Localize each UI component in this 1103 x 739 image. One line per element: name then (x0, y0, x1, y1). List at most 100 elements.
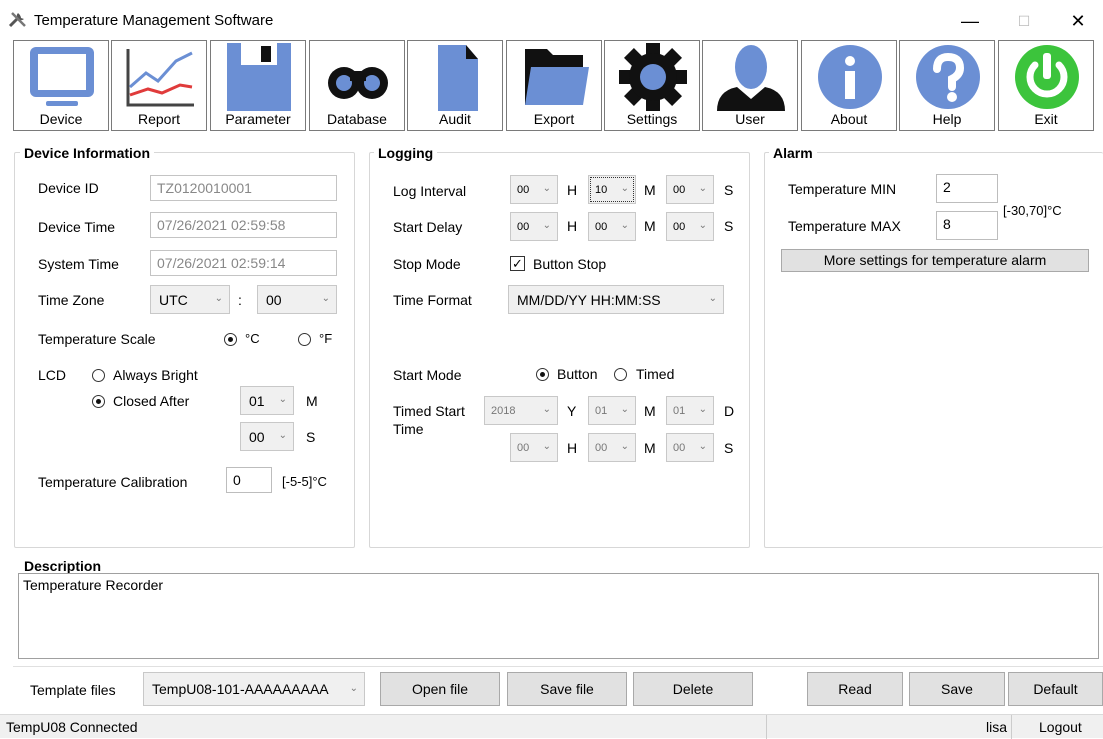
chevron-down-icon: ⌄ (620, 441, 629, 452)
system-time-field[interactable]: 07/26/2021 02:59:14 (150, 250, 337, 276)
toolbar-settings-button[interactable]: Settings (604, 40, 700, 131)
toolbar-about-button[interactable]: About (801, 40, 897, 131)
window-title: Temperature Management Software (34, 12, 274, 29)
lcd-always-bright-radio[interactable] (92, 369, 105, 382)
floppy-disk-icon (227, 43, 291, 111)
seconds-unit: S (724, 440, 734, 456)
temperature-max-input[interactable]: 8 (936, 211, 998, 240)
chevron-down-icon: ⌄ (620, 183, 629, 194)
line-chart-icon (126, 49, 194, 107)
default-button[interactable]: Default (1008, 672, 1103, 706)
start-mode-timed-label: Timed (636, 366, 675, 382)
log-interval-seconds-select[interactable]: 00 ⌄ (666, 175, 714, 204)
toolbar-help-button[interactable]: Help (899, 40, 995, 131)
binoculars-icon (328, 67, 388, 99)
toolbar-label: Database (327, 111, 387, 127)
timed-start-hour-select[interactable]: 00 ⌄ (510, 433, 558, 462)
timed-start-second-select[interactable]: 00 ⌄ (666, 433, 714, 462)
device-id-field[interactable]: TZ0120010001 (150, 175, 337, 201)
button-stop-checkbox[interactable]: ✓ (510, 256, 525, 271)
time-format-value: MM/DD/YY HH:MM:SS (517, 292, 661, 308)
logout-link[interactable]: Logout (1039, 719, 1082, 735)
time-format-label: Time Format (393, 292, 472, 308)
time-zone-value: UTC (159, 292, 188, 308)
chevron-down-icon: ⌄ (542, 183, 551, 194)
device-time-field[interactable]: 07/26/2021 02:59:58 (150, 212, 337, 238)
open-file-button[interactable]: Open file (380, 672, 500, 706)
scale-celsius-radio[interactable] (224, 333, 237, 346)
toolbar-label: Exit (1034, 111, 1058, 127)
chevron-down-icon: ⌄ (542, 404, 551, 415)
minutes-unit: M (644, 182, 656, 198)
device-id-label: Device ID (38, 180, 99, 196)
tools-icon (8, 12, 26, 28)
maximize-button[interactable]: ☐ (1004, 6, 1044, 36)
chevron-down-icon: ⌄ (620, 404, 629, 415)
toolbar-audit-button[interactable]: Audit (407, 40, 503, 131)
toolbar-user-button[interactable]: User (702, 40, 798, 131)
log-interval-minutes-value: 10 (595, 184, 608, 196)
chevron-down-icon: ⌄ (620, 220, 629, 231)
chevron-down-icon: ⌄ (214, 293, 223, 304)
toolbar-export-button[interactable]: Export (506, 40, 602, 131)
scale-fahrenheit-label: °F (319, 331, 333, 346)
toolbar-device-button[interactable]: Device (13, 40, 109, 131)
stop-mode-label: Stop Mode (393, 256, 461, 272)
info-icon (818, 45, 882, 109)
save-button[interactable]: Save (909, 672, 1005, 706)
toolbar-label: About (830, 111, 868, 127)
toolbar-report-button[interactable]: Report (111, 40, 207, 131)
timed-start-day-select[interactable]: 01 ⌄ (666, 396, 714, 425)
chevron-down-icon: ⌄ (698, 404, 707, 415)
start-delay-minutes-select[interactable]: 00 ⌄ (588, 212, 636, 241)
start-delay-hours-select[interactable]: 00 ⌄ (510, 212, 558, 241)
day-unit: D (724, 403, 735, 419)
temperature-min-input[interactable]: 2 (936, 174, 998, 203)
timed-start-minute-select[interactable]: 00 ⌄ (588, 433, 636, 462)
more-alarm-settings-button[interactable]: More settings for temperature alarm (781, 249, 1089, 272)
toolbar-parameter-button[interactable]: Parameter (210, 40, 306, 131)
toolbar-exit-button[interactable]: Exit (998, 40, 1094, 131)
start-mode-button-radio[interactable] (536, 368, 549, 381)
start-mode-label: Start Mode (393, 367, 462, 383)
power-icon (1015, 45, 1079, 109)
divider (13, 666, 1103, 667)
time-zone-offset-value: 00 (266, 292, 282, 308)
timed-start-label: Timed Start (393, 403, 465, 419)
lcd-minutes-select[interactable]: 01 ⌄ (240, 386, 294, 415)
chevron-down-icon: ⌄ (542, 220, 551, 231)
start-mode-timed-radio[interactable] (614, 368, 627, 381)
description-title: Description (20, 558, 106, 574)
time-zone-select[interactable]: UTC ⌄ (150, 285, 230, 314)
template-files-select[interactable]: TempU08-101-AAAAAAAAA ⌄ (143, 672, 365, 706)
start-delay-seconds-select[interactable]: 00 ⌄ (666, 212, 714, 241)
scale-celsius-label: °C (245, 331, 260, 346)
temperature-calibration-input[interactable]: 0 (226, 467, 272, 493)
minutes-unit: M (644, 218, 656, 234)
timed-start-second-value: 00 (673, 442, 686, 454)
delete-button[interactable]: Delete (633, 672, 753, 706)
time-format-select[interactable]: MM/DD/YY HH:MM:SS ⌄ (508, 285, 724, 314)
lcd-seconds-select[interactable]: 00 ⌄ (240, 422, 294, 451)
monitor-icon (30, 47, 94, 106)
lcd-closed-after-radio[interactable] (92, 395, 105, 408)
scale-fahrenheit-radio[interactable] (298, 333, 311, 346)
log-interval-hours-select[interactable]: 00 ⌄ (510, 175, 558, 204)
timed-start-year-select[interactable]: 2018 ⌄ (484, 396, 558, 425)
save-file-button[interactable]: Save file (507, 672, 627, 706)
timed-start-hour-value: 00 (517, 442, 530, 454)
log-interval-seconds-value: 00 (673, 184, 686, 196)
description-textarea[interactable]: Temperature Recorder (18, 573, 1099, 659)
close-button[interactable]: ✕ (1058, 6, 1098, 36)
timed-start-month-select[interactable]: 01 ⌄ (588, 396, 636, 425)
toolbar-label: Audit (439, 111, 471, 127)
toolbar-database-button[interactable]: Database (309, 40, 405, 131)
chevron-down-icon: ⌄ (349, 683, 358, 694)
chevron-down-icon: ⌄ (542, 441, 551, 452)
lcd-minutes-unit: M (306, 393, 318, 409)
temperature-range: [-30,70]°C (1003, 203, 1062, 218)
minimize-button[interactable]: — (950, 6, 990, 36)
read-button[interactable]: Read (807, 672, 903, 706)
log-interval-minutes-select[interactable]: 10 ⌄ (588, 175, 636, 204)
time-zone-offset-select[interactable]: 00 ⌄ (257, 285, 337, 314)
